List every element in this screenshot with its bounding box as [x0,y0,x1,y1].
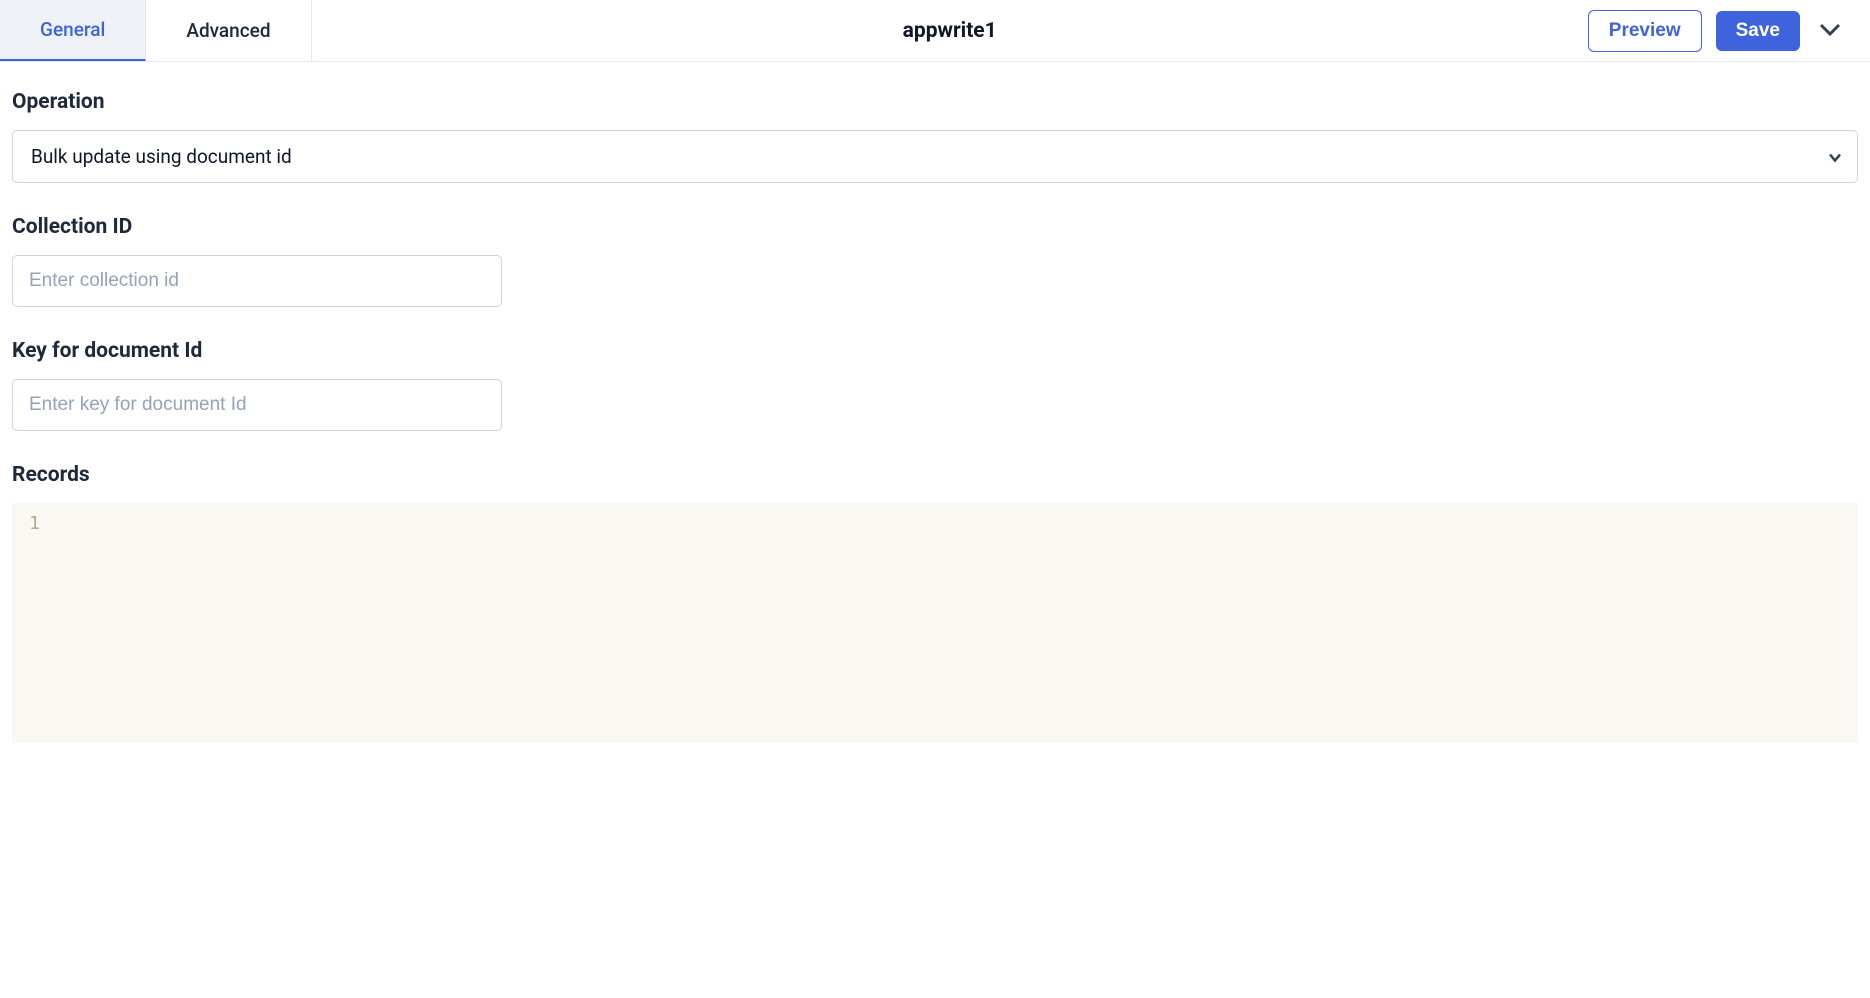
field-collection-id: Collection ID [12,215,1858,307]
chevron-down-icon [1818,21,1842,41]
tab-label: Advanced [186,19,270,42]
key-for-document-id-input[interactable] [12,379,502,431]
records-editor[interactable]: 1 [12,503,1858,743]
page-title: appwrite1 [312,19,1588,43]
preview-button[interactable]: Preview [1588,10,1702,52]
field-operation: Operation Bulk update using document id [12,90,1858,183]
field-records: Records 1 [12,463,1858,743]
header: General Advanced appwrite1 Preview Save [0,0,1870,62]
tabs-container: General Advanced [0,0,312,61]
content: Operation Bulk update using document id … [0,62,1870,763]
line-number: 1 [20,513,48,534]
tab-label: General [40,18,105,41]
field-key-for-document-id: Key for document Id [12,339,1858,431]
code-line: 1 [20,513,1850,535]
save-button[interactable]: Save [1716,11,1800,51]
collection-id-input[interactable] [12,255,502,307]
records-code-content[interactable] [48,513,1850,535]
operation-label: Operation [12,90,1858,114]
header-actions: Preview Save [1588,10,1870,52]
operation-select[interactable]: Bulk update using document id [12,130,1858,183]
tab-general[interactable]: General [0,0,146,61]
records-label: Records [12,463,1858,487]
tab-advanced[interactable]: Advanced [146,0,311,61]
key-for-document-id-label: Key for document Id [12,339,1858,363]
expand-toggle[interactable] [1814,15,1846,47]
collection-id-label: Collection ID [12,215,1858,239]
operation-value: Bulk update using document id [31,145,292,168]
